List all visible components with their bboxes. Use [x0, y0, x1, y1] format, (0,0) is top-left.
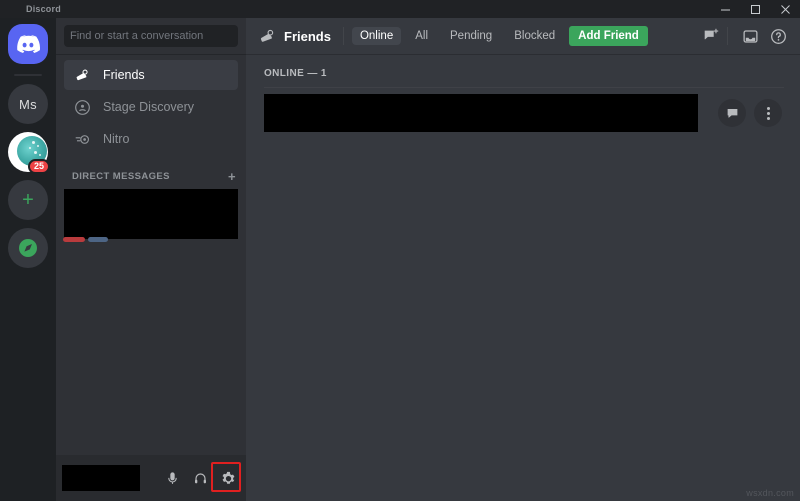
discord-logo-icon — [8, 24, 48, 64]
sidebar-item-label: Nitro — [103, 132, 129, 146]
add-friend-button[interactable]: Add Friend — [569, 26, 648, 46]
unread-badge: 25 — [28, 159, 50, 174]
help-icon[interactable] — [764, 24, 792, 48]
message-button[interactable] — [718, 99, 746, 127]
dm-avatar-sliver-blue — [88, 237, 108, 242]
friends-list-content: ONLINE — 1 — [246, 54, 800, 501]
page-title: Friends — [284, 29, 331, 44]
sidebar-item-label: Stage Discovery — [103, 100, 194, 114]
user-panel-actions — [158, 464, 242, 492]
sidebar-item-nitro[interactable]: Nitro — [64, 124, 238, 154]
add-server-button[interactable]: + — [8, 180, 48, 220]
tab-all[interactable]: All — [407, 27, 436, 45]
inbox-icon[interactable] — [736, 24, 764, 48]
sidebar-item-label: Friends — [103, 68, 145, 82]
more-options-button[interactable] — [754, 99, 782, 127]
row-actions — [718, 99, 784, 127]
compass-icon — [8, 228, 48, 268]
server-item-globe[interactable]: 25 — [8, 132, 48, 172]
channel-sidebar: Find or start a conversation Friends — [56, 18, 246, 501]
server-rail: Ms 25 + — [0, 18, 56, 501]
app-title: Discord — [26, 4, 61, 14]
online-count-header: ONLINE — 1 — [264, 68, 784, 79]
dm-list — [56, 187, 246, 239]
stage-icon — [72, 97, 92, 117]
search-bar-container: Find or start a conversation — [56, 18, 246, 54]
main-content: Friends Online All Pending Blocked Add F… — [246, 18, 800, 501]
table-row[interactable] — [264, 87, 784, 132]
nitro-icon — [72, 129, 92, 149]
maximize-icon[interactable] — [740, 0, 770, 18]
toolbar-divider-2 — [727, 27, 728, 45]
sidebar-item-stage-discovery[interactable]: Stage Discovery — [64, 92, 238, 122]
plus-glyph: + — [22, 190, 34, 210]
friends-icon — [72, 65, 92, 85]
dm-avatar-sliver-red — [63, 237, 85, 242]
window-controls — [710, 0, 800, 18]
server-initials: Ms — [8, 84, 48, 124]
friends-icon — [256, 26, 278, 46]
tab-blocked[interactable]: Blocked — [506, 27, 563, 45]
toolbar-divider — [343, 27, 344, 45]
tab-online[interactable]: Online — [352, 27, 401, 45]
list-item[interactable] — [64, 189, 238, 239]
sidebar-item-friends[interactable]: Friends — [64, 60, 238, 90]
friend-info — [264, 94, 698, 132]
server-item-ms[interactable]: Ms — [8, 84, 48, 124]
settings-button[interactable] — [214, 464, 242, 492]
watermark: wsxdn.com — [746, 488, 794, 498]
new-group-dm-icon[interactable] — [697, 24, 725, 48]
sidebar-nav: Friends Stage Discovery — [56, 54, 246, 156]
plus-icon: + — [8, 180, 48, 220]
direct-messages-header: DIRECT MESSAGES + — [56, 156, 246, 187]
minimize-icon[interactable] — [710, 0, 740, 18]
direct-messages-label: DIRECT MESSAGES — [72, 171, 170, 182]
user-panel — [56, 455, 246, 501]
rail-divider — [14, 74, 42, 76]
search-input[interactable]: Find or start a conversation — [64, 25, 238, 47]
discord-window: Discord Ms — [0, 0, 800, 501]
mute-button[interactable] — [158, 464, 186, 492]
tab-pending[interactable]: Pending — [442, 27, 500, 45]
create-dm-plus-icon[interactable]: + — [228, 170, 236, 183]
title-bar: Discord — [0, 0, 800, 18]
deafen-button[interactable] — [186, 464, 214, 492]
current-user-info[interactable] — [62, 465, 140, 491]
friends-toolbar: Friends Online All Pending Blocked Add F… — [246, 18, 800, 54]
more-vertical-icon — [767, 107, 770, 120]
toolbar-right-icons — [697, 24, 792, 48]
close-icon[interactable] — [770, 0, 800, 18]
home-button[interactable] — [8, 24, 48, 64]
explore-servers-button[interactable] — [8, 228, 48, 268]
